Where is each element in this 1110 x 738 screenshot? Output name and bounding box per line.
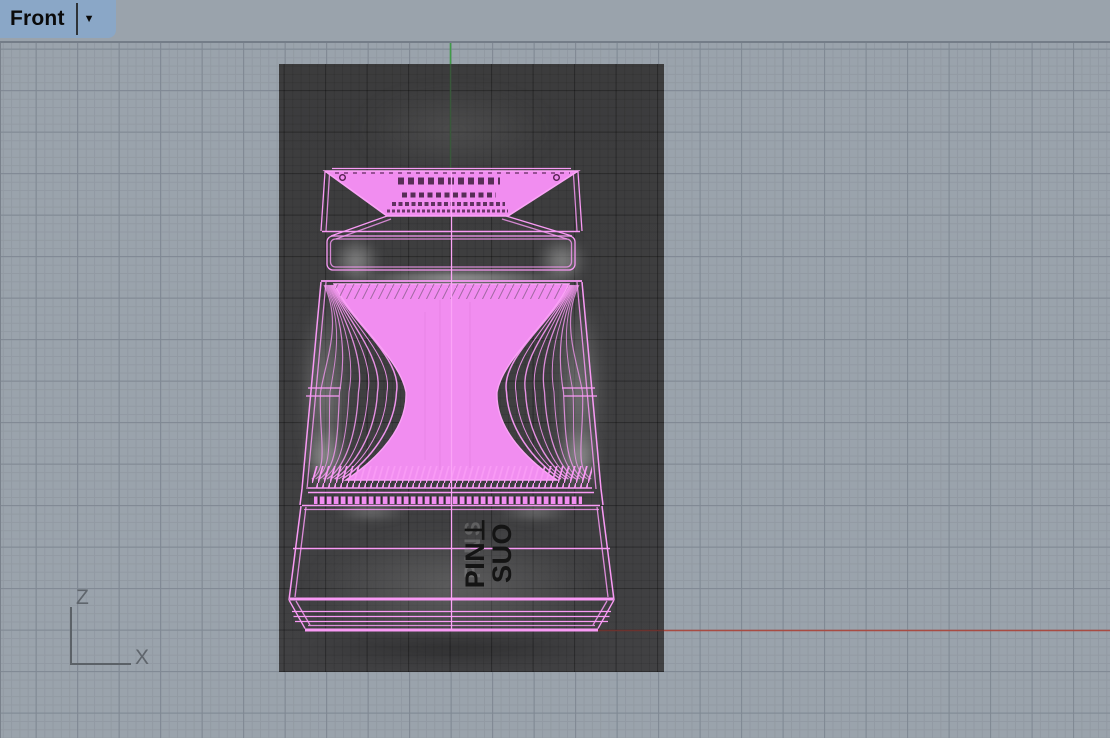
render-region-grid — [279, 64, 664, 672]
gizmo-x-axis — [70, 663, 131, 665]
rhino-front-viewport: { "viewport": { "tab_label": "Front", "d… — [0, 0, 1110, 738]
viewport-title[interactable]: Front — [0, 7, 65, 31]
viewport-title-tab[interactable]: Front ▼ — [0, 0, 116, 38]
viewport-top-strip — [0, 0, 1110, 43]
gizmo-z-label: Z — [76, 586, 89, 610]
viewport-dropdown-icon[interactable]: ▼ — [78, 0, 95, 38]
gizmo-z-axis — [70, 607, 72, 665]
render-shaded-region — [279, 64, 664, 672]
gizmo-x-label: X — [135, 646, 149, 670]
